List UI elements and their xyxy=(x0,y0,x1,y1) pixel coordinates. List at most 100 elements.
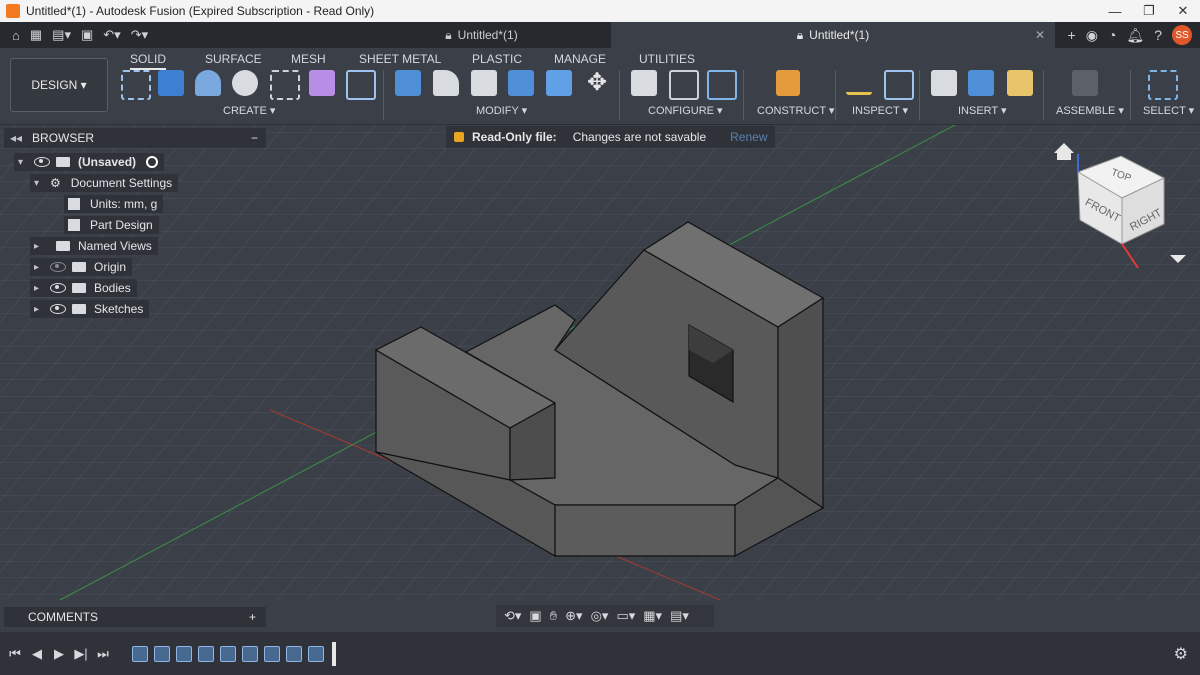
browser-root-row[interactable]: ▾ (Unsaved) xyxy=(14,153,165,171)
browser-item-origin[interactable]: ▸ Origin xyxy=(30,258,133,276)
insert-derive-icon[interactable] xyxy=(931,70,957,96)
renew-link[interactable]: Renew xyxy=(730,130,767,144)
browser-item-part-design[interactable]: Part Design xyxy=(64,216,159,234)
pattern-icon[interactable] xyxy=(270,70,300,100)
extensions-icon[interactable]: ◉ xyxy=(1086,27,1098,44)
group-inspect[interactable]: INSPECT ▾ xyxy=(852,104,908,117)
play-icon[interactable]: ▶ xyxy=(48,646,70,662)
eye-hidden-icon[interactable] xyxy=(50,262,66,272)
chevron-right-icon[interactable]: ▸ xyxy=(34,283,44,294)
tab-utilities[interactable]: UTILITIES xyxy=(639,52,695,66)
chevron-right-icon[interactable]: ▸ xyxy=(34,241,44,252)
grid-icon[interactable]: ▦ xyxy=(30,27,42,43)
undo-icon[interactable]: ↶▾ xyxy=(103,27,120,43)
browser-item-units[interactable]: Units: mm, g xyxy=(64,195,164,213)
grid-settings-icon[interactable]: ▦▾ xyxy=(643,608,662,624)
help-icon[interactable]: ? xyxy=(1154,27,1162,43)
timeline-marker[interactable] xyxy=(332,641,336,666)
chevron-right-icon[interactable]: ▸ xyxy=(34,304,44,315)
shell-icon[interactable] xyxy=(471,70,497,96)
configure-icon[interactable] xyxy=(631,70,657,96)
tab-mesh[interactable]: MESH xyxy=(291,52,326,66)
derive-icon[interactable] xyxy=(346,70,376,100)
minimize-panel-icon[interactable]: − xyxy=(251,131,258,145)
insert-image-icon[interactable] xyxy=(968,70,994,96)
fillet-icon[interactable] xyxy=(433,70,459,96)
browser-item-sketches[interactable]: ▸ Sketches xyxy=(30,300,150,318)
look-at-icon[interactable]: ▣ xyxy=(529,608,541,624)
eye-icon[interactable] xyxy=(50,304,66,314)
insert-mesh-icon[interactable] xyxy=(1007,70,1033,96)
timeline-sketch-icon[interactable] xyxy=(286,645,302,662)
orbit-icon[interactable]: ⟲▾ xyxy=(504,608,521,624)
configuration-rule-icon[interactable] xyxy=(707,70,737,100)
group-modify[interactable]: MODIFY ▾ xyxy=(476,104,527,117)
tab-sheet-metal[interactable]: SHEET METAL xyxy=(359,52,441,66)
browser-panel-header[interactable]: ◂◂ BROWSER − xyxy=(4,128,266,148)
redo-icon[interactable]: ↷▾ xyxy=(131,27,148,43)
restore-icon[interactable]: ❐ xyxy=(1132,3,1166,19)
tab-manage[interactable]: MANAGE xyxy=(554,52,606,66)
browser-item-bodies[interactable]: ▸ Bodies xyxy=(30,279,137,297)
timeline-settings-gear-icon[interactable]: ⚙ xyxy=(1174,644,1188,664)
activate-radio-icon[interactable] xyxy=(146,156,159,168)
group-insert[interactable]: INSERT ▾ xyxy=(958,104,1007,117)
timeline-extrude-icon[interactable] xyxy=(198,645,214,662)
group-configure[interactable]: CONFIGURE ▾ xyxy=(648,104,723,117)
construct-plane-icon[interactable] xyxy=(776,70,800,96)
interference-icon[interactable] xyxy=(884,70,914,100)
fit-icon[interactable]: ◎▾ xyxy=(591,608,609,624)
create-sketch-icon[interactable] xyxy=(121,70,151,100)
chevron-right-icon[interactable]: ▸ xyxy=(34,262,44,273)
collapse-panel-icon[interactable]: ◂◂ xyxy=(10,131,22,145)
job-status-icon[interactable]: ◔ xyxy=(1108,27,1116,43)
file-icon[interactable]: ▤▾ xyxy=(52,27,71,43)
close-icon[interactable]: ✕ xyxy=(1166,3,1200,19)
viewports-icon[interactable]: ▤▾ xyxy=(670,608,689,624)
group-assemble[interactable]: ASSEMBLE ▾ xyxy=(1056,104,1124,117)
timeline-fillet-icon[interactable] xyxy=(264,645,280,662)
notifications-icon[interactable]: 🔔︎ xyxy=(1126,27,1144,44)
comments-panel[interactable]: COMMENTS + xyxy=(4,607,266,627)
new-tab-icon[interactable]: + xyxy=(1068,27,1076,43)
document-tab-1[interactable]: 🔒︎ Untitled*(1) xyxy=(352,22,611,48)
workspace-switcher[interactable]: DESIGN ▾ xyxy=(10,58,108,112)
go-to-start-icon[interactable]: ⏮ xyxy=(4,646,26,662)
chevron-down-icon[interactable]: ▾ xyxy=(34,178,44,189)
minimize-icon[interactable]: — xyxy=(1098,4,1132,19)
display-settings-icon[interactable]: ▭▾ xyxy=(616,608,635,624)
configuration-table-icon[interactable] xyxy=(669,70,699,100)
document-tab-2[interactable]: 🔒︎ Untitled*(1) ✕ xyxy=(611,22,1055,48)
form-icon[interactable] xyxy=(309,70,335,96)
zoom-icon[interactable]: ⊕▾ xyxy=(565,608,582,624)
timeline-extrude-icon[interactable] xyxy=(308,645,324,662)
browser-item-named-views[interactable]: ▸ Named Views xyxy=(30,237,158,255)
tab-surface[interactable]: SURFACE xyxy=(205,52,262,66)
eye-icon[interactable] xyxy=(34,157,50,167)
revolve-icon[interactable] xyxy=(195,70,221,96)
add-comment-icon[interactable]: + xyxy=(249,610,256,624)
align-icon[interactable] xyxy=(546,70,572,96)
group-select[interactable]: SELECT ▾ xyxy=(1143,104,1194,117)
save-icon[interactable]: ▣ xyxy=(81,27,93,43)
close-tab-icon[interactable]: ✕ xyxy=(1035,28,1045,42)
press-pull-icon[interactable] xyxy=(395,70,421,96)
browser-item-document-settings[interactable]: ▾ ⚙ Document Settings xyxy=(30,174,179,192)
step-forward-icon[interactable]: ▶| xyxy=(70,646,92,662)
assemble-icon[interactable] xyxy=(1072,70,1098,96)
timeline-sketch-icon[interactable] xyxy=(176,645,192,662)
group-create[interactable]: CREATE ▾ xyxy=(223,104,275,117)
select-icon[interactable] xyxy=(1148,70,1178,100)
tab-plastic[interactable]: PLASTIC xyxy=(472,52,522,66)
canvas-viewport[interactable]: TOP FRONT RIGHT xyxy=(0,125,1200,600)
extrude-icon[interactable] xyxy=(158,70,184,96)
tab-solid[interactable]: SOLID xyxy=(130,52,167,70)
timeline-sketch-icon[interactable] xyxy=(220,645,236,662)
combine-icon[interactable] xyxy=(508,70,534,96)
pan-icon[interactable]: ✋︎ xyxy=(550,608,557,624)
chevron-down-icon[interactable]: ▾ xyxy=(18,157,28,168)
step-back-icon[interactable]: ◀ xyxy=(26,646,48,662)
go-to-end-icon[interactable]: ⏭ xyxy=(92,646,114,662)
move-icon[interactable]: ✥ xyxy=(584,70,610,96)
measure-icon[interactable] xyxy=(846,76,872,95)
